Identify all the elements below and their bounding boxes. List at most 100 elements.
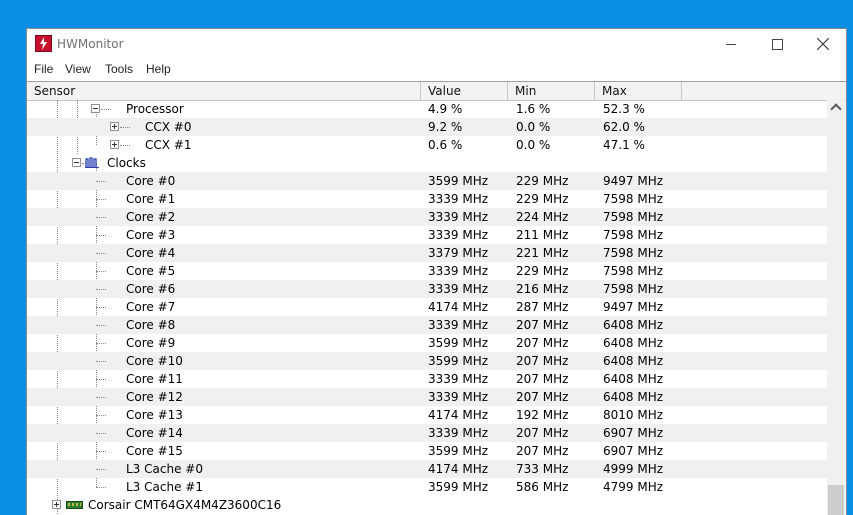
- value-cell: 3599 MHz: [428, 354, 489, 368]
- max-cell: 62.0 %: [603, 120, 645, 134]
- sensor-label: Core #5: [126, 264, 176, 278]
- clock-row[interactable]: Core #7 4174 MHz 287 MHz 9497 MHz: [27, 298, 827, 316]
- sensor-label: Core #10: [126, 354, 183, 368]
- ccx-row[interactable]: CCX #0 9.2 % 0.0 % 62.0 %: [27, 118, 827, 136]
- maximize-button[interactable]: [754, 29, 800, 59]
- min-cell: 211 MHz: [516, 228, 569, 242]
- max-cell: 47.1 %: [603, 138, 645, 152]
- tree-dots: [96, 487, 106, 488]
- tree-dots: [120, 127, 130, 128]
- clock-row[interactable]: Core #13 4174 MHz 192 MHz 8010 MHz: [27, 406, 827, 424]
- sensor-label: Core #0: [126, 174, 176, 188]
- column-sensor[interactable]: Sensor: [27, 82, 421, 100]
- value-cell: 0.6 %: [428, 138, 463, 152]
- value-cell: 3339 MHz: [428, 192, 489, 206]
- clock-row[interactable]: Core #12 3339 MHz 207 MHz 6408 MHz: [27, 388, 827, 406]
- sensor-label: Clocks: [107, 156, 146, 170]
- max-cell: 6408 MHz: [603, 318, 664, 332]
- min-cell: 192 MHz: [516, 408, 569, 422]
- collapse-toggle[interactable]: [91, 104, 100, 113]
- menu-help[interactable]: Help: [146, 62, 171, 76]
- column-value[interactable]: Value: [421, 82, 508, 100]
- clock-row[interactable]: L3 Cache #0 4174 MHz 733 MHz 4999 MHz: [27, 460, 827, 478]
- expand-toggle[interactable]: [52, 500, 61, 509]
- ccx-row[interactable]: CCX #1 0.6 % 0.0 % 47.1 %: [27, 136, 827, 154]
- tree-dots: [96, 433, 106, 434]
- title-bar[interactable]: HWMonitor: [27, 29, 846, 59]
- tree-dots: [96, 397, 106, 398]
- column-header: Sensor Value Min Max: [27, 81, 846, 101]
- min-cell: 0.0 %: [516, 138, 551, 152]
- tree-dots: [96, 415, 106, 416]
- tree-dots: [101, 109, 111, 110]
- value-cell: 3339 MHz: [428, 228, 489, 242]
- sensor-label: Core #9: [126, 336, 176, 350]
- max-cell: 7598 MHz: [603, 264, 664, 278]
- clock-bars-icon: [85, 157, 99, 168]
- clock-row[interactable]: Core #6 3339 MHz 216 MHz 7598 MHz: [27, 280, 827, 298]
- min-cell: 221 MHz: [516, 246, 569, 260]
- sensor-label: L3 Cache #0: [126, 462, 203, 476]
- sensor-label: Core #14: [126, 426, 183, 440]
- clocks-group-row[interactable]: Clocks: [27, 154, 827, 172]
- tree-dots: [96, 361, 106, 362]
- min-cell: 207 MHz: [516, 426, 569, 440]
- clock-row[interactable]: Core #8 3339 MHz 207 MHz 6408 MHz: [27, 316, 827, 334]
- min-cell: 207 MHz: [516, 390, 569, 404]
- sensor-label: Core #12: [126, 390, 183, 404]
- clock-row[interactable]: Core #4 3379 MHz 221 MHz 7598 MHz: [27, 244, 827, 262]
- clock-row[interactable]: Core #15 3599 MHz 207 MHz 6907 MHz: [27, 442, 827, 460]
- clock-row[interactable]: Core #1 3339 MHz 229 MHz 7598 MHz: [27, 190, 827, 208]
- value-cell: 3599 MHz: [428, 336, 489, 350]
- min-cell: 733 MHz: [516, 462, 569, 476]
- min-cell: 207 MHz: [516, 354, 569, 368]
- expand-toggle[interactable]: [110, 122, 119, 131]
- min-cell: 1.6 %: [516, 102, 551, 116]
- sensor-label: Core #2: [126, 210, 176, 224]
- scroll-up-icon[interactable]: [827, 100, 845, 118]
- vertical-scrollbar[interactable]: [827, 100, 845, 515]
- clock-row[interactable]: Core #3 3339 MHz 211 MHz 7598 MHz: [27, 226, 827, 244]
- collapse-toggle[interactable]: [72, 158, 81, 167]
- value-cell: 4174 MHz: [428, 408, 489, 422]
- tree-dots: [96, 469, 106, 470]
- minimize-button[interactable]: [708, 29, 754, 59]
- expand-toggle[interactable]: [110, 140, 119, 149]
- column-max[interactable]: Max: [595, 82, 682, 100]
- tree-dots: [96, 325, 106, 326]
- menu-bar: File View Tools Help: [27, 59, 846, 80]
- sensor-label: Core #11: [126, 372, 183, 386]
- menu-tools[interactable]: Tools: [105, 62, 133, 76]
- max-cell: 4999 MHz: [603, 462, 664, 476]
- sensor-label: Core #8: [126, 318, 176, 332]
- menu-view[interactable]: View: [65, 62, 91, 76]
- sensor-label: Core #6: [126, 282, 176, 296]
- tree-dots: [96, 307, 106, 308]
- clock-row[interactable]: Core #14 3339 MHz 207 MHz 6907 MHz: [27, 424, 827, 442]
- value-cell: 3339 MHz: [428, 426, 489, 440]
- clock-row[interactable]: Core #2 3339 MHz 224 MHz 7598 MHz: [27, 208, 827, 226]
- column-min[interactable]: Min: [508, 82, 595, 100]
- clock-row[interactable]: Core #11 3339 MHz 207 MHz 6408 MHz: [27, 370, 827, 388]
- value-cell: 4174 MHz: [428, 462, 489, 476]
- value-cell: 4.9 %: [428, 102, 463, 116]
- sensor-label: Core #1: [126, 192, 176, 206]
- max-cell: 6408 MHz: [603, 390, 664, 404]
- clock-row[interactable]: Core #5 3339 MHz 229 MHz 7598 MHz: [27, 262, 827, 280]
- clock-row[interactable]: Core #10 3599 MHz 207 MHz 6408 MHz: [27, 352, 827, 370]
- memory-device-row[interactable]: Corsair CMT64GX4M4Z3600C16: [27, 496, 827, 514]
- processor-row[interactable]: Processor 4.9 % 1.6 % 52.3 %: [27, 100, 827, 118]
- min-cell: 224 MHz: [516, 210, 569, 224]
- clock-row[interactable]: Core #9 3599 MHz 207 MHz 6408 MHz: [27, 334, 827, 352]
- tree-dots: [96, 451, 106, 452]
- min-cell: 207 MHz: [516, 318, 569, 332]
- max-cell: 7598 MHz: [603, 210, 664, 224]
- tree-dots: [96, 199, 106, 200]
- tree-dots: [96, 253, 106, 254]
- clock-row[interactable]: Core #0 3599 MHz 229 MHz 9497 MHz: [27, 172, 827, 190]
- tree-dots: [96, 379, 106, 380]
- menu-file[interactable]: File: [34, 62, 53, 76]
- clock-row[interactable]: L3 Cache #1 3599 MHz 586 MHz 4799 MHz: [27, 478, 827, 496]
- scroll-thumb[interactable]: [828, 485, 844, 515]
- close-button[interactable]: [800, 29, 846, 59]
